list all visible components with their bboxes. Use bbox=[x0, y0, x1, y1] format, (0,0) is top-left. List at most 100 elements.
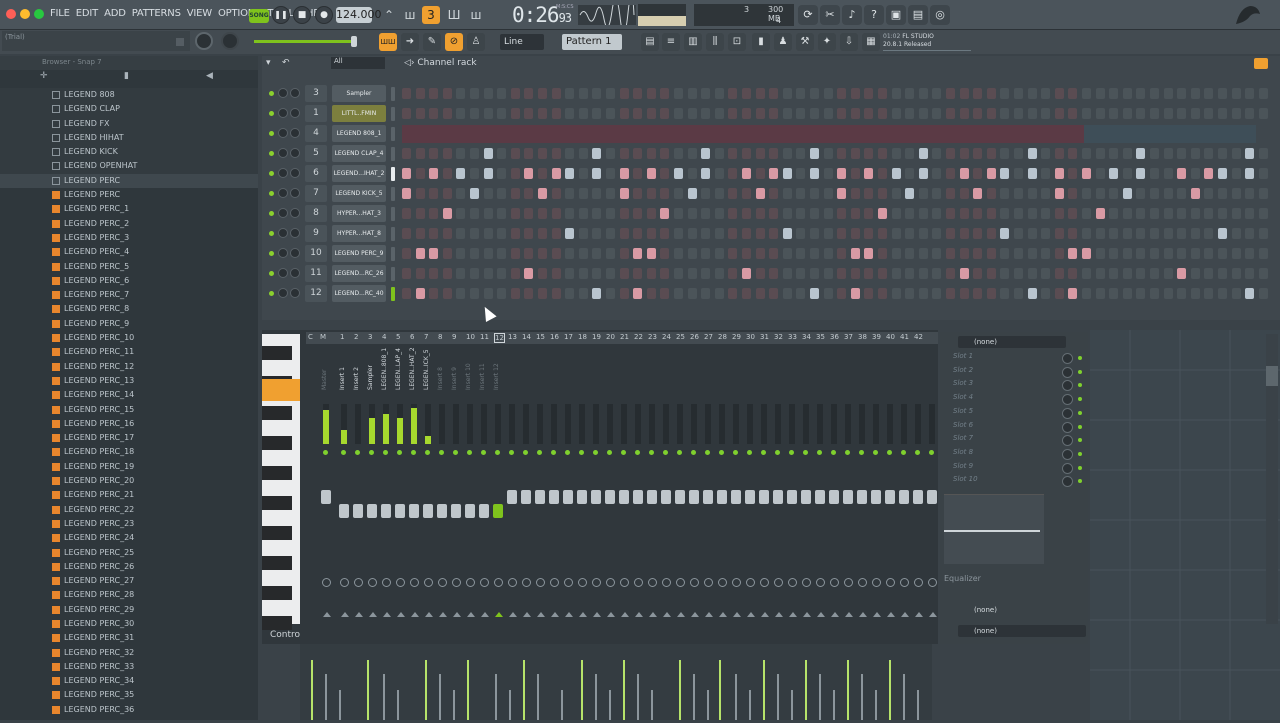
step-pad[interactable] bbox=[1245, 108, 1255, 119]
channel-mute-led[interactable] bbox=[269, 111, 274, 116]
step-pad[interactable] bbox=[728, 268, 738, 279]
step-pad[interactable] bbox=[1082, 228, 1091, 239]
black-key[interactable] bbox=[262, 616, 292, 630]
insert-fader[interactable] bbox=[703, 490, 713, 504]
insert-fader[interactable] bbox=[507, 490, 517, 504]
insert-enable-led[interactable] bbox=[369, 450, 374, 455]
mixer-track-number[interactable]: 8 bbox=[438, 333, 442, 341]
step-pad[interactable] bbox=[1068, 288, 1078, 299]
step-pad[interactable] bbox=[782, 288, 792, 299]
step-pad[interactable] bbox=[905, 208, 915, 219]
mixer-track-number[interactable]: 18 bbox=[578, 333, 587, 341]
step-pad[interactable] bbox=[1190, 148, 1200, 159]
route-arrow-icon[interactable] bbox=[593, 612, 601, 617]
step-pad[interactable] bbox=[592, 168, 602, 179]
step-pad[interactable] bbox=[510, 108, 520, 119]
step-pad[interactable] bbox=[701, 208, 711, 219]
countdown-icon[interactable]: 3 bbox=[422, 6, 440, 24]
step-pad[interactable] bbox=[1177, 208, 1187, 219]
step-pad[interactable] bbox=[891, 288, 901, 299]
step-pad[interactable] bbox=[1190, 288, 1200, 299]
step-pad[interactable] bbox=[878, 188, 887, 199]
insert-fader[interactable] bbox=[829, 490, 839, 504]
channel-name-button[interactable]: LITTL..FMIN bbox=[332, 105, 386, 122]
insert-enable-led[interactable] bbox=[649, 450, 654, 455]
browser-file[interactable]: LEGEND PERC_15 bbox=[0, 403, 258, 417]
step-pad[interactable] bbox=[470, 148, 479, 159]
step-pad[interactable] bbox=[755, 208, 765, 219]
insert-enable-led[interactable] bbox=[453, 450, 458, 455]
insert-fader[interactable] bbox=[731, 490, 741, 504]
step-pad[interactable] bbox=[1190, 268, 1200, 279]
insert-enable-led[interactable] bbox=[775, 450, 780, 455]
channel-mixer-number[interactable]: 1 bbox=[305, 105, 327, 122]
step-pad[interactable] bbox=[1000, 288, 1010, 299]
step-pad[interactable] bbox=[592, 288, 602, 299]
step-pad[interactable] bbox=[986, 228, 996, 239]
step-pad[interactable] bbox=[782, 108, 792, 119]
step-pad[interactable] bbox=[565, 148, 575, 159]
step-pad[interactable] bbox=[973, 268, 983, 279]
fx-slot[interactable]: Slot 3 bbox=[945, 379, 1085, 392]
step-pad[interactable] bbox=[483, 88, 493, 99]
route-arrow-icon[interactable] bbox=[565, 612, 573, 617]
route-knob[interactable] bbox=[774, 578, 783, 587]
download-icon[interactable]: ⇩ bbox=[840, 33, 858, 51]
browser-file[interactable]: LEGEND PERC_22 bbox=[0, 503, 258, 517]
mixer-track-number[interactable]: M bbox=[320, 333, 326, 341]
step-pad[interactable] bbox=[687, 168, 697, 179]
collapse-icon[interactable]: ✛ bbox=[40, 71, 48, 81]
step-pad[interactable] bbox=[1000, 168, 1010, 179]
mixer-track-number[interactable]: 2 bbox=[354, 333, 358, 341]
mixer-insert[interactable] bbox=[674, 342, 687, 622]
step-pad[interactable] bbox=[1218, 268, 1227, 279]
step-pad[interactable] bbox=[470, 168, 479, 179]
step-pad[interactable] bbox=[946, 88, 955, 99]
insert-enable-led[interactable] bbox=[705, 450, 710, 455]
step-pad[interactable] bbox=[1218, 108, 1227, 119]
step-pad[interactable] bbox=[551, 228, 561, 239]
step-pad[interactable] bbox=[674, 168, 683, 179]
step-pad[interactable] bbox=[1095, 148, 1105, 159]
step-pad[interactable] bbox=[497, 108, 507, 119]
step-pad[interactable] bbox=[456, 288, 466, 299]
step-pad[interactable] bbox=[973, 288, 983, 299]
step-pad[interactable] bbox=[578, 88, 588, 99]
piano-roll-icon[interactable]: ≡ bbox=[662, 33, 680, 51]
slot-mix-knob[interactable] bbox=[1062, 353, 1073, 364]
step-pad[interactable] bbox=[905, 88, 915, 99]
route-arrow-icon[interactable] bbox=[859, 612, 867, 617]
black-key[interactable] bbox=[262, 466, 292, 480]
step-pad[interactable] bbox=[878, 228, 887, 239]
insert-fader[interactable] bbox=[815, 490, 825, 504]
mixer-track-number[interactable]: 26 bbox=[690, 333, 699, 341]
channel-pan-knob[interactable] bbox=[278, 228, 288, 238]
channel-mute-led[interactable] bbox=[269, 151, 274, 156]
route-arrow-icon[interactable] bbox=[649, 612, 657, 617]
step-pad[interactable] bbox=[1258, 268, 1268, 279]
black-key[interactable] bbox=[262, 436, 292, 450]
route-knob[interactable] bbox=[396, 578, 405, 587]
step-pad[interactable] bbox=[986, 188, 996, 199]
step-pad[interactable] bbox=[538, 168, 547, 179]
pause-button[interactable]: ❚❚ bbox=[272, 6, 290, 24]
step-pad[interactable] bbox=[442, 288, 452, 299]
step-pad[interactable] bbox=[946, 208, 955, 219]
step-pad[interactable] bbox=[1014, 288, 1023, 299]
step-pad[interactable] bbox=[1027, 188, 1037, 199]
step-pad[interactable] bbox=[1258, 248, 1268, 259]
mixer-insert[interactable] bbox=[870, 342, 883, 622]
step-pad[interactable] bbox=[1068, 108, 1078, 119]
fx-slot[interactable]: Slot 8 bbox=[945, 448, 1085, 460]
step-pad[interactable] bbox=[592, 188, 602, 199]
step-pad[interactable] bbox=[864, 88, 874, 99]
step-pad[interactable] bbox=[714, 88, 724, 99]
step-pad[interactable] bbox=[742, 288, 751, 299]
route-knob[interactable] bbox=[676, 578, 685, 587]
insert-enable-led[interactable] bbox=[621, 450, 626, 455]
step-pad[interactable] bbox=[1014, 268, 1023, 279]
browser-file[interactable]: LEGEND PERC_36 bbox=[0, 703, 258, 717]
insert-enable-led[interactable] bbox=[733, 450, 738, 455]
step-pad[interactable] bbox=[1218, 228, 1227, 239]
insert-fader[interactable] bbox=[339, 504, 349, 518]
